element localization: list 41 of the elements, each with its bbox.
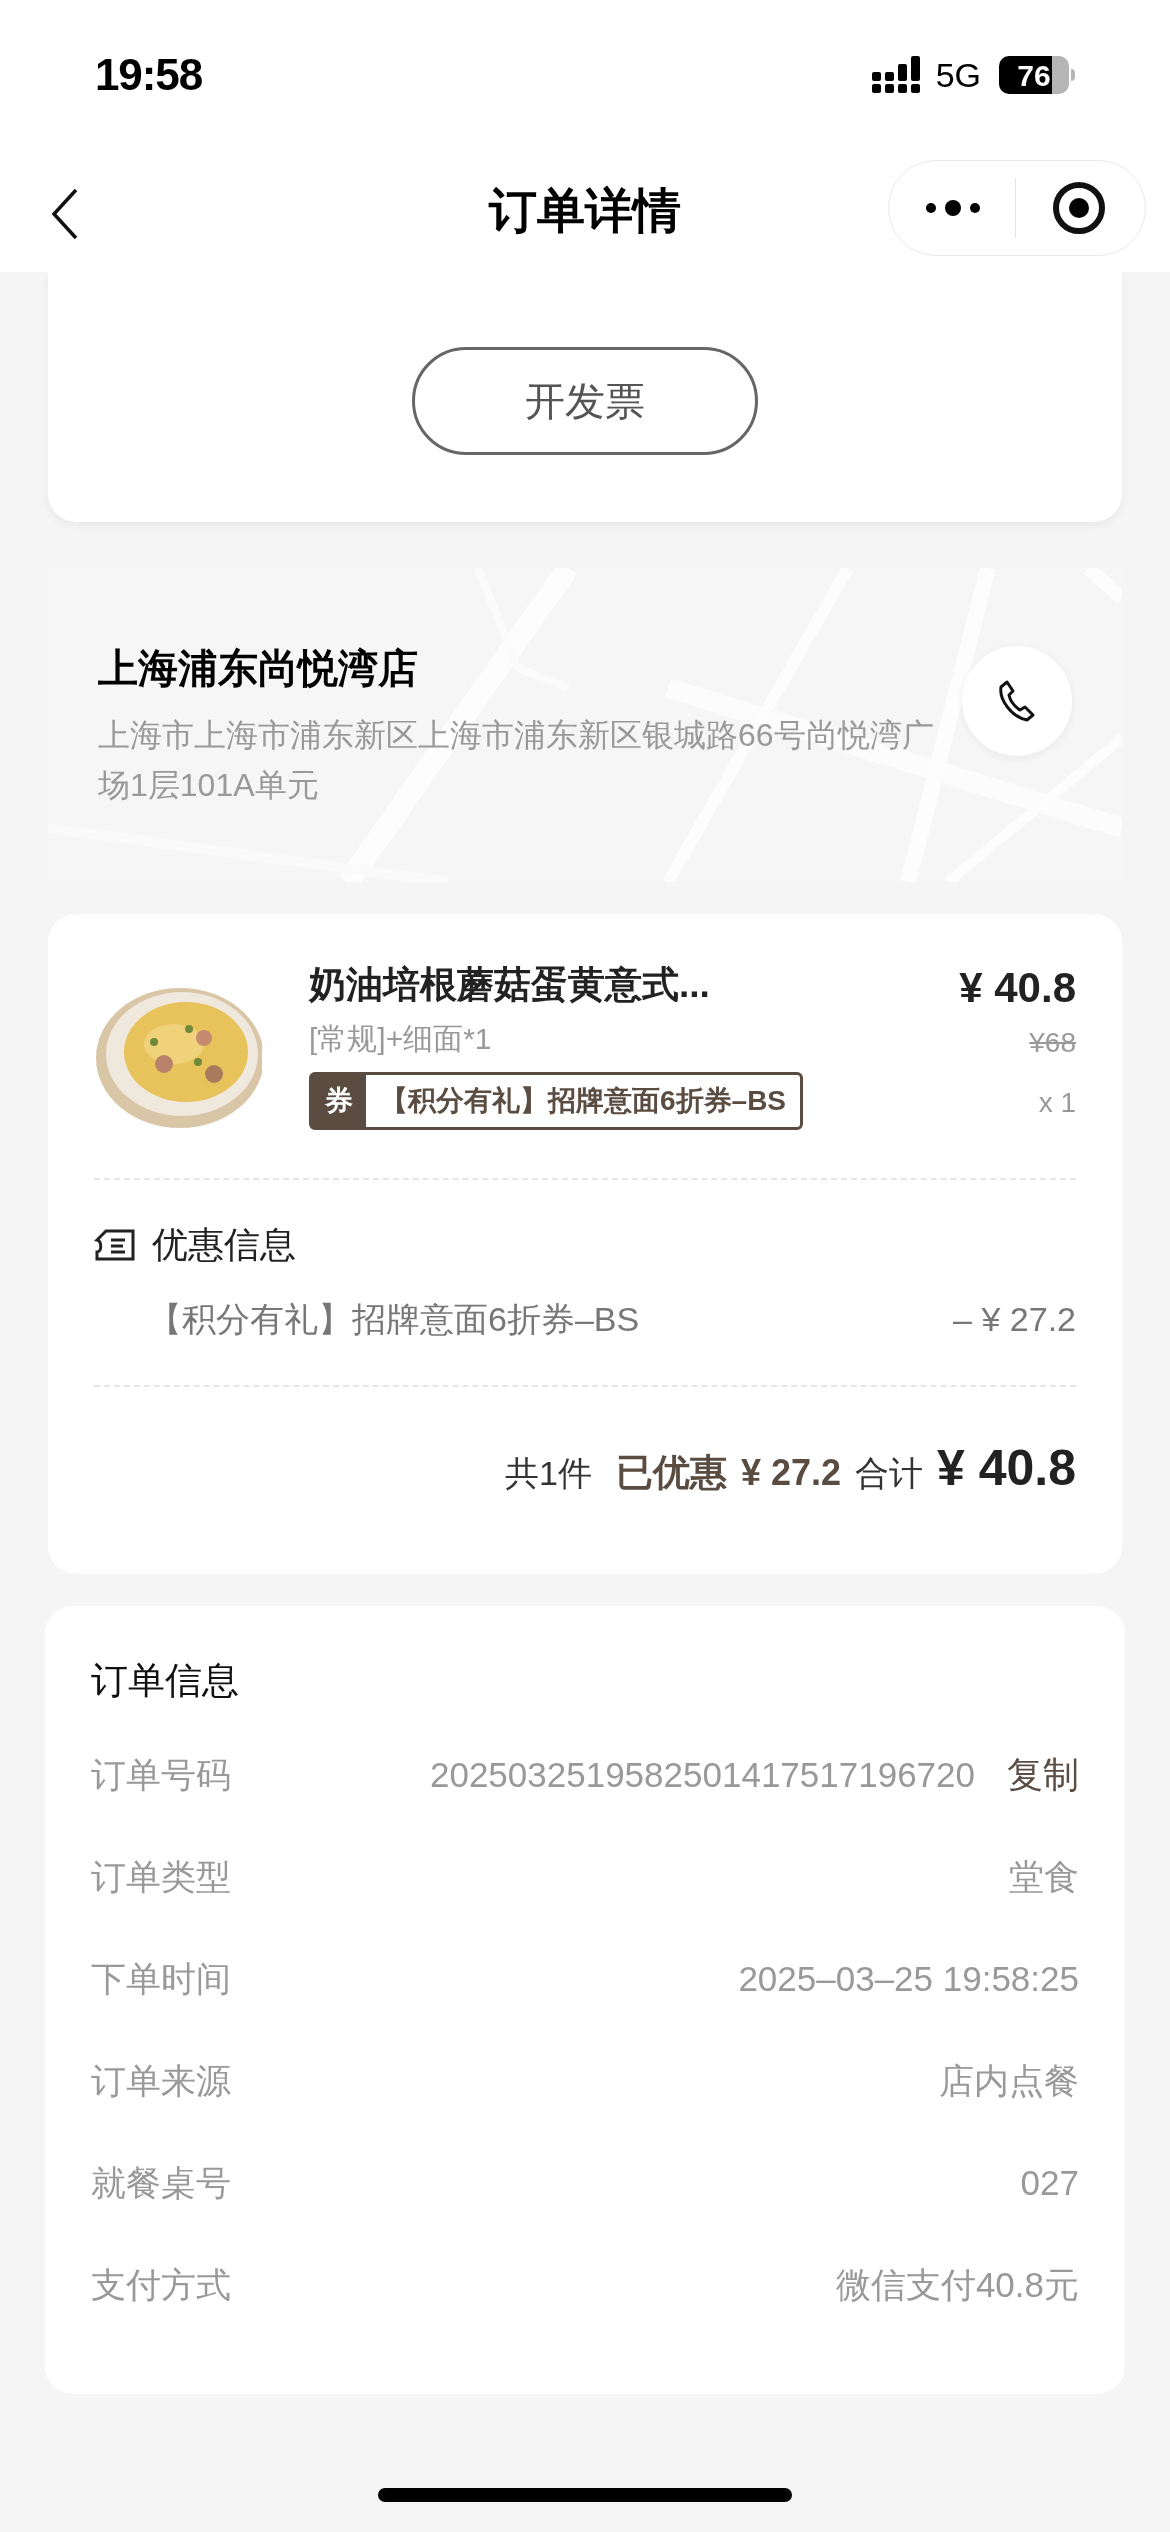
saved-label: 已优惠 <box>615 1451 727 1495</box>
discount-amount: – ¥ 27.2 <box>953 1299 1076 1340</box>
close-target-icon[interactable] <box>1052 181 1106 235</box>
info-value: 2025032519582501417517196720 <box>429 1753 975 1796</box>
info-label: 订单号码 <box>91 1753 231 1796</box>
item-quantity: x 1 <box>1038 1086 1076 1120</box>
discount-name: 【积分有礼】招牌意面6折券–BS <box>148 1299 640 1340</box>
item-count: 共1件 <box>504 1453 592 1494</box>
info-label: 订单类型 <box>91 1855 231 1898</box>
saved-amount: ¥ 27.2 <box>740 1451 841 1495</box>
info-label: 订单来源 <box>91 2059 231 2102</box>
original-price: ¥68 <box>1029 1026 1076 1060</box>
section-title: 订单信息 <box>91 1659 240 1703</box>
info-value: 堂食 <box>1009 1855 1079 1898</box>
coupon-name: 【积分有礼】招牌意面6折券–BS <box>379 1084 788 1118</box>
ticket-icon <box>94 1228 136 1262</box>
item-name: 奶油培根蘑菇蛋黄意式... <box>309 963 711 1007</box>
item-spec: [常规]+细面*1 <box>309 1021 493 1057</box>
coupon-label: 券 <box>312 1075 366 1127</box>
more-icon[interactable] <box>925 198 981 218</box>
back-icon[interactable] <box>50 188 80 240</box>
item-price: ¥ 40.8 <box>959 963 1076 1013</box>
page-title: 订单详情 <box>489 183 681 239</box>
info-value: 027 <box>1020 2161 1079 2204</box>
info-value: 微信支付40.8元 <box>835 2263 1079 2306</box>
info-label: 下单时间 <box>91 1957 231 2000</box>
discount-title: 优惠信息 <box>152 1223 296 1267</box>
info-value: 2025–03–25 19:58:25 <box>738 1957 1079 2000</box>
info-value: 店内点餐 <box>939 2059 1079 2102</box>
total-label: 合计 <box>855 1453 923 1494</box>
invoice-button[interactable]: 开发票 <box>412 347 758 455</box>
copy-button[interactable]: 复制 <box>1007 1748 1079 1802</box>
network-label: 5G <box>935 54 981 96</box>
store-address: 上海市上海市浦东新区上海市浦东新区银城路66号尚悦湾广场1层101A单元 <box>98 716 935 805</box>
battery-indicator: 76 <box>999 56 1075 94</box>
info-label: 支付方式 <box>91 2263 231 2306</box>
phone-icon <box>997 679 1037 723</box>
total-amount: ¥ 40.8 <box>937 1439 1076 1498</box>
status-time: 19:58 <box>95 49 203 101</box>
store-name: 上海浦东尚悦湾店 <box>98 645 419 692</box>
info-label: 就餐桌号 <box>91 2161 231 2204</box>
